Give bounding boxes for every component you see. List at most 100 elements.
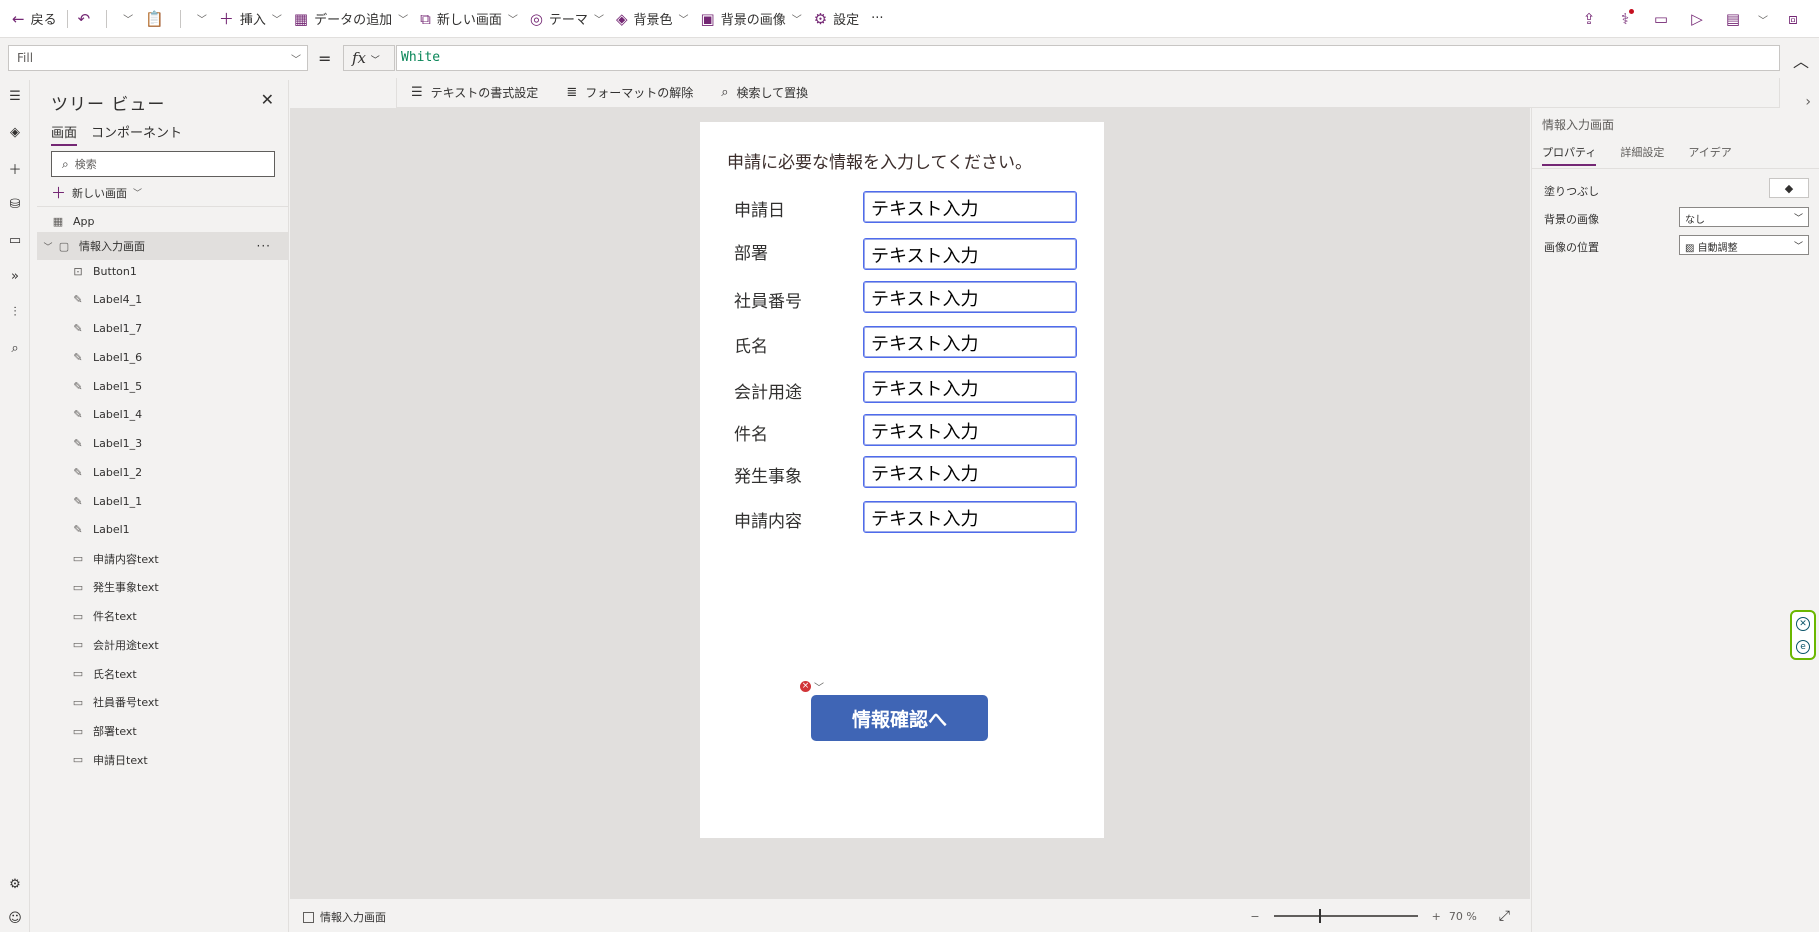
- search-icon[interactable]: ⌕: [0, 336, 30, 360]
- chevron-down-icon: ﹀: [43, 242, 53, 253]
- paste-menu-button[interactable]: ﹀: [185, 0, 213, 38]
- new-screen-button[interactable]: ＋ 新しい画面 ﹀: [51, 182, 142, 203]
- chevron-down-icon: ﹀: [196, 15, 207, 26]
- tree-node[interactable]: ▭ 氏名text: [37, 660, 289, 688]
- tab-screens[interactable]: 画面: [51, 122, 78, 146]
- tree-node[interactable]: ✎ Label1_7: [37, 315, 289, 343]
- fill-color-picker[interactable]: ◆: [1769, 178, 1809, 198]
- plus-icon[interactable]: ＋: [0, 156, 30, 180]
- text-input[interactable]: テキスト入力: [863, 191, 1077, 223]
- tree-node[interactable]: ▭ 申請内容text: [37, 545, 289, 573]
- format-text-button[interactable]: ☰ テキストの書式設定: [397, 84, 552, 101]
- new-screen-button[interactable]: ⧉ 新しい画面 ﹀: [414, 0, 524, 38]
- tree-node[interactable]: ▭ 発生事象text: [37, 573, 289, 601]
- gear-icon[interactable]: ⚙: [0, 872, 30, 896]
- tree-search-input[interactable]: ⌕ 検索: [51, 151, 275, 177]
- share-button[interactable]: ⇪: [1571, 0, 1607, 38]
- close-circle-icon[interactable]: ✕: [1796, 616, 1810, 631]
- tree-node-app[interactable]: ▦ App: [37, 207, 289, 235]
- theme-button[interactable]: ◎ テーマ ﹀: [524, 0, 610, 38]
- find-replace-button[interactable]: ⌕ 検索して置換: [707, 84, 822, 101]
- tree-node[interactable]: ✎ Label4_1: [37, 286, 289, 314]
- tab-ideas[interactable]: アイデア: [1688, 144, 1731, 166]
- edge-icon[interactable]: e: [1796, 639, 1810, 654]
- tree-node[interactable]: ✎ Label1_5: [37, 372, 289, 400]
- tree-node-screen[interactable]: ﹀ ▢ 情報入力画面 ···: [37, 232, 289, 260]
- chevron-right-icon[interactable]: ›: [1805, 94, 1811, 110]
- chevron-up-icon[interactable]: ︿: [1793, 48, 1809, 72]
- back-button[interactable]: ← 戻る: [0, 0, 63, 38]
- more-options-icon[interactable]: ···: [257, 239, 271, 253]
- preview-button[interactable]: ▷: [1679, 0, 1715, 38]
- tree-node[interactable]: ▭ 申請日text: [37, 746, 289, 774]
- tab-advanced[interactable]: 詳細設定: [1620, 144, 1664, 166]
- text-input-icon: ▭: [72, 695, 84, 709]
- close-icon[interactable]: ✕: [261, 90, 274, 109]
- power-automate-icon[interactable]: »: [0, 264, 30, 288]
- settings-button[interactable]: ⚙ 設定: [808, 0, 865, 38]
- zoom-slider-thumb[interactable]: [1319, 909, 1322, 923]
- undo-menu-button[interactable]: ﹀: [111, 0, 139, 38]
- insert-button[interactable]: ＋ 挿入 ﹀: [213, 0, 288, 38]
- tree-node[interactable]: ▭ 会計用途text: [37, 631, 289, 659]
- text-input[interactable]: テキスト入力: [863, 414, 1077, 446]
- layers-icon[interactable]: ◈: [0, 120, 30, 144]
- tree-node[interactable]: ✎ Label1_1: [37, 487, 289, 515]
- tree-node[interactable]: ✎ Label1_3: [37, 430, 289, 458]
- tab-properties[interactable]: プロパティ: [1542, 144, 1597, 166]
- app-screen[interactable]: 申請に必要な情報を入力してください。 申請日 テキスト入力 部署 テキスト入力 社員番号…: [700, 122, 1104, 838]
- account-icon[interactable]: ☺: [0, 906, 30, 930]
- background-color-button[interactable]: ◈ 背景色 ﹀: [610, 0, 695, 38]
- tree-node[interactable]: ✎ Label1_6: [37, 343, 289, 371]
- tab-components[interactable]: コンポーネント: [91, 122, 182, 146]
- image-icon: ▣: [700, 9, 715, 28]
- screen-breadcrumb[interactable]: 情報入力画面: [303, 909, 386, 925]
- text-input[interactable]: テキスト入力: [863, 501, 1077, 533]
- tree-node[interactable]: ▭ 社員番号text: [37, 688, 289, 716]
- undo-button[interactable]: ↶: [72, 0, 103, 38]
- submit-button[interactable]: 情報確認へ: [811, 695, 988, 741]
- database-icon[interactable]: ⛁: [0, 192, 30, 216]
- save-menu-button[interactable]: ﹀: [1751, 0, 1775, 38]
- label-icon: ✎: [73, 523, 83, 537]
- tree-node[interactable]: ✎ Label1: [37, 516, 289, 544]
- background-image-button[interactable]: ▣ 背景の画像 ﹀: [695, 0, 808, 38]
- zoom-in-button[interactable]: +: [1432, 910, 1441, 923]
- zoom-out-button[interactable]: −: [1250, 910, 1259, 923]
- tree-node[interactable]: ▭ 件名text: [37, 602, 289, 630]
- publish-button[interactable]: ⧈: [1775, 0, 1811, 38]
- paste-button[interactable]: 📋: [139, 0, 176, 38]
- text-input[interactable]: テキスト入力: [863, 281, 1077, 313]
- chevron-down-icon[interactable]: ﹀: [814, 679, 824, 694]
- app-checker-button[interactable]: ⚕: [1607, 0, 1643, 38]
- tree-node[interactable]: ✎ Label1_2: [37, 458, 289, 486]
- remove-format-button[interactable]: ≣ フォーマットの解除: [552, 84, 707, 101]
- image-position-select[interactable]: ▨ 自動調整 ﹀: [1679, 235, 1809, 255]
- formula-input[interactable]: White: [396, 45, 1780, 71]
- tree-node[interactable]: ✎ Label1_4: [37, 401, 289, 429]
- fx-button[interactable]: fx ﹀: [343, 45, 395, 71]
- side-widget[interactable]: ✕ e: [1790, 610, 1816, 660]
- text-input[interactable]: テキスト入力: [863, 326, 1077, 358]
- error-icon[interactable]: ×: [800, 681, 811, 692]
- more-button[interactable]: ···: [865, 0, 889, 38]
- zoom-slider[interactable]: [1273, 909, 1418, 923]
- text-input[interactable]: テキスト入力: [863, 456, 1077, 488]
- tree-node[interactable]: ⊡ Button1: [37, 257, 289, 285]
- tree-node[interactable]: ▭ 部署text: [37, 717, 289, 745]
- property-selector[interactable]: Fill ﹀: [8, 45, 308, 71]
- share-icon: ⇪: [1582, 10, 1596, 28]
- text-input[interactable]: テキスト入力: [863, 238, 1077, 270]
- bg-image-label: 背景の画像: [1544, 213, 1599, 226]
- tree-node-label: Label1_6: [93, 350, 143, 364]
- comments-button[interactable]: ▭: [1643, 0, 1679, 38]
- chevron-down-icon: ﹀: [507, 15, 518, 26]
- fit-to-window-icon[interactable]: ⤢: [1499, 908, 1510, 924]
- hamburger-icon[interactable]: ☰: [0, 84, 30, 108]
- text-input[interactable]: テキスト入力: [863, 371, 1077, 403]
- media-icon[interactable]: ▭: [0, 228, 30, 252]
- add-data-button[interactable]: ▦ データの追加 ﹀: [288, 0, 414, 38]
- tools-icon[interactable]: ⫶: [0, 300, 30, 324]
- bg-image-select[interactable]: なし ﹀: [1679, 207, 1809, 227]
- save-button[interactable]: ▤: [1715, 0, 1751, 38]
